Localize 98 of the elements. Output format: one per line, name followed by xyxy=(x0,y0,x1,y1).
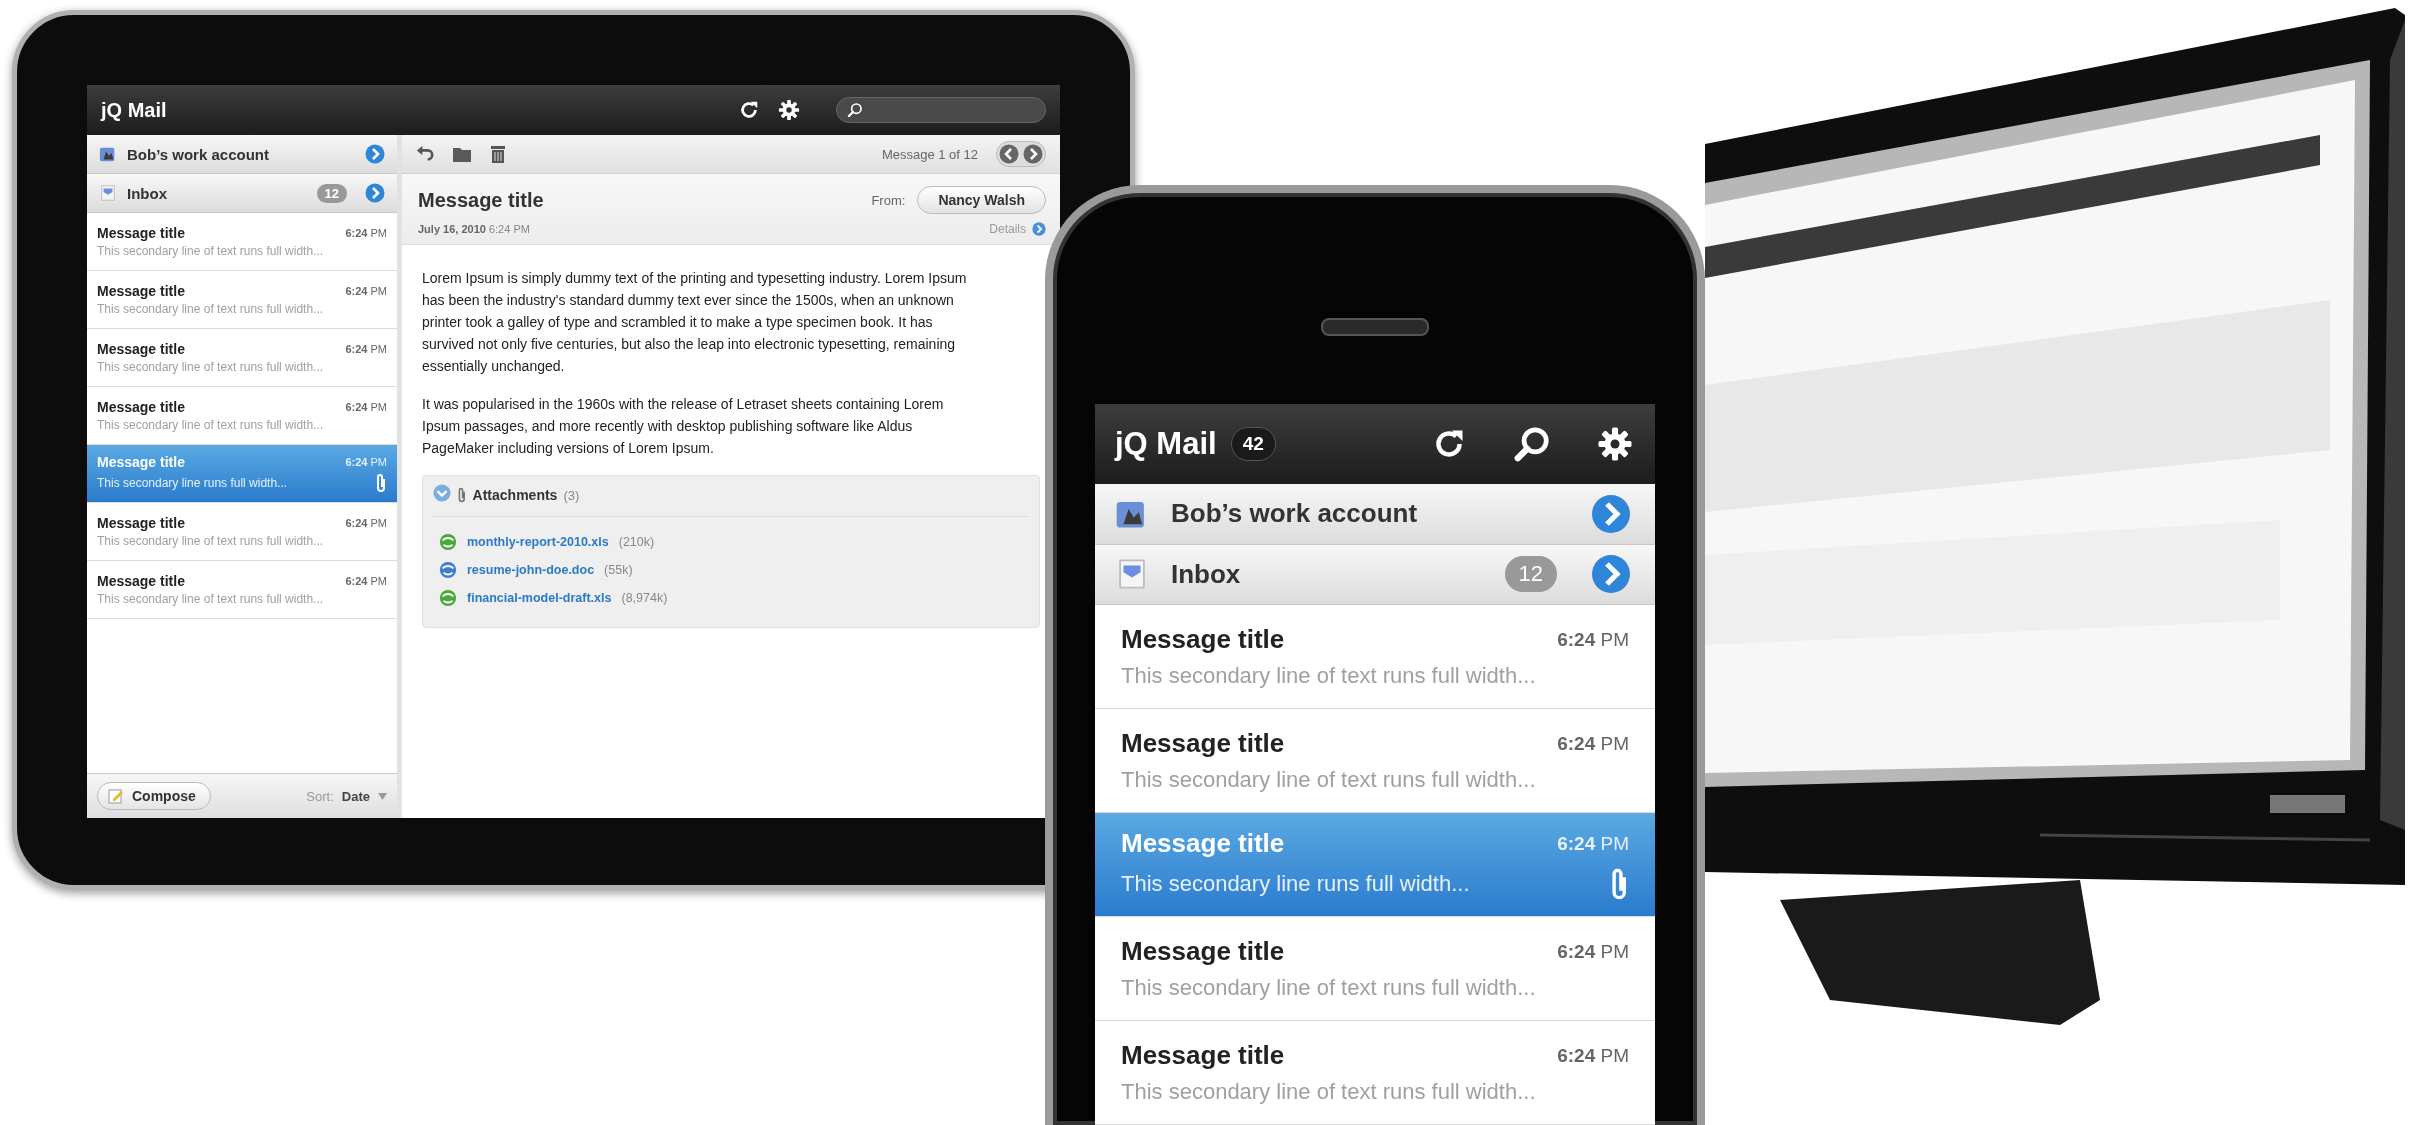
message-list-item[interactable]: Message title 6:24 PM This secondary line of text runs full width... xyxy=(1095,917,1655,1021)
message-time: 6:24 PM xyxy=(345,575,387,587)
settings-icon[interactable] xyxy=(778,99,800,121)
message-date: July 16, 2010 6:24 PM xyxy=(418,223,530,235)
message-preview: This secondary line of text runs full width... xyxy=(97,360,324,374)
message-title: Message title xyxy=(1121,624,1285,655)
message-title: Message title xyxy=(97,225,185,241)
folder-name: Inbox xyxy=(127,184,168,202)
message-time: 6:24 PM xyxy=(1557,940,1629,963)
message-list-item[interactable]: Message title 6:24 PM This secondary line of text runs full width... xyxy=(1095,1021,1655,1125)
message-list-item[interactable]: Message title 6:24 PM This secondary line of text runs full width... xyxy=(87,271,397,329)
message-list-item[interactable]: Message title 6:24 PM This secondary line of text runs full width... xyxy=(87,503,397,561)
account-row[interactable]: Bob’s work account xyxy=(1095,484,1655,545)
chevron-right-icon[interactable] xyxy=(365,183,385,203)
sender-button[interactable]: Nancy Walsh xyxy=(917,186,1046,214)
message-preview: This secondary line of text runs full width... xyxy=(1121,1079,1536,1105)
undo-icon[interactable] xyxy=(416,145,434,163)
message-list-item[interactable]: Message title 6:24 PM This secondary line of text runs full width... xyxy=(1095,605,1655,709)
file-icon xyxy=(439,589,457,607)
message-title: Message title xyxy=(97,341,185,357)
file-icon xyxy=(439,533,457,551)
message-paragraph: Lorem Ipsum is simply dummy text of the printing and typesetting industry. Lorem Ipsum has been the industry's standard dummy text ever since the 1500s, when an unknown printer took a galley of type and scrambled it to make a type specimen book. It has survived not only five centuries, but also the leap into electronic typesetting, remaining essentially unchanged. xyxy=(422,269,968,376)
refresh-icon[interactable] xyxy=(738,99,760,121)
attachment-count: (3) xyxy=(563,487,580,503)
unread-count: 12 xyxy=(316,183,347,203)
message-time: 6:24 PM xyxy=(345,343,387,355)
message-preview: This secondary line of text runs full width... xyxy=(97,592,324,606)
app-title: jQ Mail xyxy=(101,98,168,122)
sort-control[interactable]: Sort: Date xyxy=(306,788,387,804)
account-name: Bob’s work account xyxy=(127,145,270,163)
message-preview: This secondary line of text runs full width... xyxy=(1121,975,1536,1001)
file-size: (8,974k) xyxy=(621,591,668,605)
message-preview: This secondary line runs full width... xyxy=(1121,871,1470,897)
message-paragraph: It was popularised in the 1960s with the release of Letraset sheets containing Lorem Ipsum passages, and more recently with desktop publishing software like Aldus PageMaker including versions of Lorem Ipsum. xyxy=(422,395,945,458)
file-size: (55k) xyxy=(604,563,633,577)
message-time: 6:24 PM xyxy=(1557,732,1629,755)
pencil-icon xyxy=(108,788,124,804)
message-position: Message 1 of 12 xyxy=(881,146,978,162)
paperclip-icon xyxy=(457,487,467,503)
message-time: 6:24 PM xyxy=(345,456,387,468)
from-label: From: xyxy=(871,192,906,208)
folder-icon[interactable] xyxy=(452,145,472,163)
message-list-item[interactable]: Message title 6:24 PM This secondary line of text runs full width... xyxy=(87,329,397,387)
compose-button[interactable]: Compose xyxy=(97,782,211,810)
search-field[interactable] xyxy=(836,97,1046,123)
attachment-link[interactable]: monthly-report-2010.xls xyxy=(467,535,609,549)
message-time: 6:24 PM xyxy=(345,517,387,529)
account-icon xyxy=(99,145,117,163)
account-row[interactable]: Bob’s work account xyxy=(87,135,397,174)
inbox-icon xyxy=(99,184,117,202)
message-time: 6:24 PM xyxy=(345,285,387,297)
attachments-heading: Attachments xyxy=(472,487,558,503)
message-preview: This secondary line of text runs full width... xyxy=(97,534,324,548)
message-title: Message title xyxy=(97,454,185,470)
folder-name: Inbox xyxy=(1171,558,1242,590)
chevron-right-icon[interactable] xyxy=(365,144,385,164)
message-time: 6:24 PM xyxy=(345,227,387,239)
message-title: Message title xyxy=(1121,936,1285,967)
message-title: Message title xyxy=(1121,1040,1285,1071)
chevron-right-icon[interactable] xyxy=(1591,554,1631,595)
message-title: Message title xyxy=(97,283,185,299)
chevron-right-icon[interactable] xyxy=(1032,222,1046,236)
trash-icon[interactable] xyxy=(490,145,506,163)
chevron-right-icon[interactable] xyxy=(1591,493,1631,534)
unread-badge: 42 xyxy=(1230,427,1276,461)
message-time: 6:24 PM xyxy=(1557,832,1629,855)
message-list-item[interactable]: Message title 6:24 PM This secondary line of text runs full width... xyxy=(87,561,397,619)
account-name: Bob’s work account xyxy=(1171,498,1419,530)
message-list-item[interactable]: Message title 6:24 PM This secondary line of text runs full width... xyxy=(87,213,397,271)
search-icon[interactable] xyxy=(1513,425,1551,463)
message-preview: This secondary line of text runs full width... xyxy=(1121,767,1536,793)
attachment-link[interactable]: resume-john-doe.doc xyxy=(467,563,595,577)
app-title: jQ Mail xyxy=(1115,426,1217,462)
message-preview: This secondary line of text runs full width... xyxy=(97,418,324,432)
message-time: 6:24 PM xyxy=(1557,1044,1629,1067)
file-size: (210k) xyxy=(618,535,655,549)
settings-icon[interactable] xyxy=(1597,426,1633,462)
attachment-link[interactable]: financial-model-draft.xls xyxy=(467,591,612,605)
message-subject: Message title xyxy=(418,188,544,212)
message-time: 6:24 PM xyxy=(1557,628,1629,651)
previous-icon[interactable] xyxy=(999,144,1019,164)
folder-row[interactable]: Inbox 12 xyxy=(1095,544,1655,605)
message-preview: This secondary line of text runs full width... xyxy=(1121,663,1536,689)
caret-icon xyxy=(378,792,387,800)
message-title: Message title xyxy=(1121,728,1285,759)
unread-count: 12 xyxy=(1504,556,1557,593)
message-preview: This secondary line of text runs full width... xyxy=(97,302,324,316)
message-preview: This secondary line runs full width... xyxy=(97,476,288,490)
message-preview: This secondary line of text runs full width... xyxy=(97,244,324,258)
message-title: Message title xyxy=(97,573,185,589)
search-icon[interactable] xyxy=(847,102,863,118)
next-icon[interactable] xyxy=(1023,144,1043,164)
message-title: Message title xyxy=(97,399,185,415)
message-title: Message title xyxy=(1121,828,1285,859)
message-title: Message title xyxy=(97,515,185,531)
folder-row[interactable]: Inbox 12 xyxy=(87,174,397,213)
file-icon xyxy=(439,561,457,579)
message-time: 6:24 PM xyxy=(345,401,387,413)
